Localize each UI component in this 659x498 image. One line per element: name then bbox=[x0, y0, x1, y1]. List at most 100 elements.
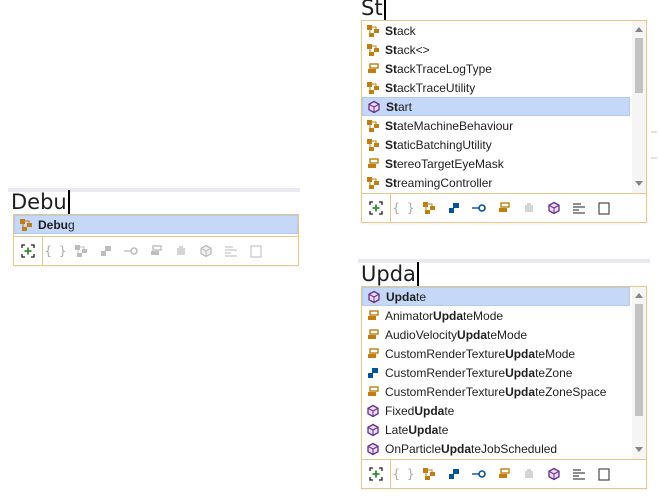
completion-item-label: AudioVelocityUpdateMode bbox=[385, 327, 528, 342]
method-filter-icon[interactable] bbox=[541, 197, 566, 219]
completion-item-label: StackTraceLogType bbox=[385, 61, 492, 76]
scroll-down-arrow[interactable] bbox=[635, 181, 643, 186]
namespace-filter-icon[interactable]: { } bbox=[391, 197, 416, 219]
enum-filter-icon[interactable] bbox=[491, 197, 516, 219]
editor-typed-text[interactable]: St bbox=[361, 0, 386, 23]
completion-popup-update: Update AnimatorUpdateMode AudioVelocityUpd… bbox=[361, 286, 647, 489]
class-icon bbox=[366, 81, 380, 95]
completion-item-label: StateMachineBehaviour bbox=[385, 118, 514, 133]
completion-item[interactable]: Debug bbox=[14, 215, 298, 234]
typed-text-value: St bbox=[361, 0, 383, 23]
vertical-scrollbar[interactable] bbox=[632, 21, 646, 193]
completion-item[interactable]: StereoTargetEyeMask bbox=[362, 154, 630, 173]
completion-item[interactable]: StackTraceUtility bbox=[362, 78, 630, 97]
class-filter-icon[interactable] bbox=[68, 240, 93, 262]
completion-item[interactable]: Stack<> bbox=[362, 40, 630, 59]
enum-icon bbox=[366, 309, 380, 323]
delegate-filter-icon[interactable] bbox=[516, 197, 541, 219]
interface-filter-icon[interactable] bbox=[466, 197, 491, 219]
completion-item[interactable]: StateMachineBehaviour bbox=[362, 116, 630, 135]
snippet-filter-icon[interactable] bbox=[591, 197, 616, 219]
expand-suggestions-icon[interactable] bbox=[362, 460, 391, 488]
text-caret bbox=[416, 262, 419, 286]
method-filter-icon[interactable] bbox=[193, 240, 218, 262]
completion-item[interactable]: CustomRenderTextureUpdateZone bbox=[362, 363, 630, 382]
struct-filter-icon[interactable] bbox=[441, 463, 466, 485]
completion-item[interactable]: StackTraceLogType bbox=[362, 59, 630, 78]
class-filter-icon[interactable] bbox=[416, 463, 441, 485]
completion-item[interactable]: Update bbox=[362, 287, 630, 306]
editor-typed-text[interactable]: Upda bbox=[361, 262, 419, 289]
completion-item[interactable]: StaticBatchingUtility bbox=[362, 135, 630, 154]
namespace-filter-icon[interactable]: { } bbox=[43, 240, 68, 262]
completion-filter-toolbar: { } bbox=[362, 459, 646, 488]
delegate-filter-icon[interactable] bbox=[168, 240, 193, 262]
completion-filter-toolbar: { } bbox=[14, 236, 298, 265]
enum-icon bbox=[366, 62, 380, 76]
scroll-thumb[interactable] bbox=[635, 38, 643, 93]
keyword-filter-icon[interactable] bbox=[566, 463, 591, 485]
method-icon bbox=[366, 404, 380, 418]
completion-item-label: CustomRenderTextureUpdateZoneSpace bbox=[385, 384, 607, 399]
namespace-filter-icon[interactable]: { } bbox=[391, 463, 416, 485]
struct-filter-icon[interactable] bbox=[441, 197, 466, 219]
completion-item-label: Debug bbox=[38, 217, 75, 232]
completion-item-label: Stack bbox=[385, 23, 416, 38]
completion-item[interactable]: AnimatorUpdateMode bbox=[362, 306, 630, 325]
interface-filter-icon[interactable] bbox=[118, 240, 143, 262]
editor-margin-mark bbox=[651, 157, 657, 159]
completion-item-label: Stack<> bbox=[385, 42, 430, 57]
completion-item-label: LateUpdate bbox=[385, 422, 449, 437]
enum-filter-icon[interactable] bbox=[143, 240, 168, 262]
enum-icon bbox=[366, 328, 380, 342]
enum-icon bbox=[366, 347, 380, 361]
interface-filter-icon[interactable] bbox=[466, 463, 491, 485]
completion-item-label: CustomRenderTextureUpdateZone bbox=[385, 365, 573, 380]
keyword-filter-icon[interactable] bbox=[566, 197, 591, 219]
editor-typed-text[interactable]: Debu bbox=[11, 190, 70, 217]
keyword-filter-icon[interactable] bbox=[218, 240, 243, 262]
method-icon bbox=[366, 423, 380, 437]
scroll-thumb[interactable] bbox=[635, 304, 643, 416]
completion-item[interactable]: CustomRenderTextureUpdateMode bbox=[362, 344, 630, 363]
method-filter-icon[interactable] bbox=[541, 463, 566, 485]
completion-item-label: Start bbox=[386, 99, 413, 114]
text-caret bbox=[383, 0, 386, 20]
completion-item[interactable]: CustomRenderTextureUpdateZoneSpace bbox=[362, 382, 630, 401]
snippet-filter-icon[interactable] bbox=[243, 240, 268, 262]
expand-suggestions-icon[interactable] bbox=[14, 237, 43, 265]
completion-item-label: AnimatorUpdateMode bbox=[385, 308, 504, 323]
struct-filter-icon[interactable] bbox=[93, 240, 118, 262]
typed-text-value: Debu bbox=[11, 190, 67, 217]
enum-icon bbox=[366, 385, 380, 399]
editor-margin-mark bbox=[651, 131, 657, 133]
completion-item[interactable]: FixedUpdate bbox=[362, 401, 630, 420]
completion-item[interactable]: Start bbox=[362, 97, 630, 116]
completion-popup-debug: Debug { } bbox=[13, 214, 299, 266]
enum-filter-icon[interactable] bbox=[491, 463, 516, 485]
completion-item-label: OnParticleUpdateJobScheduled bbox=[385, 441, 558, 456]
class-icon bbox=[366, 24, 380, 38]
completion-item-label: StaticBatchingUtility bbox=[385, 137, 492, 152]
completion-list: Stack Stack<> StackTraceLogType StackTraceU… bbox=[362, 21, 630, 193]
class-filter-icon[interactable] bbox=[416, 197, 441, 219]
delegate-filter-icon[interactable] bbox=[516, 463, 541, 485]
snippet-filter-icon[interactable] bbox=[591, 463, 616, 485]
scroll-up-arrow[interactable] bbox=[635, 27, 643, 32]
method-icon bbox=[367, 290, 381, 304]
scroll-down-arrow[interactable] bbox=[635, 447, 643, 452]
completion-item[interactable]: LateUpdate bbox=[362, 420, 630, 439]
vertical-scrollbar[interactable] bbox=[632, 287, 646, 459]
scroll-up-arrow[interactable] bbox=[635, 293, 643, 298]
completion-item-label: CustomRenderTextureUpdateMode bbox=[385, 346, 576, 361]
completion-item[interactable]: OnParticleUpdateJobScheduled bbox=[362, 439, 630, 458]
completion-item[interactable]: AudioVelocityUpdateMode bbox=[362, 325, 630, 344]
completion-item[interactable]: Stack bbox=[362, 21, 630, 40]
completion-item-label: StackTraceUtility bbox=[385, 80, 476, 95]
completion-item-label: FixedUpdate bbox=[385, 403, 455, 418]
class-icon bbox=[366, 119, 380, 133]
expand-suggestions-icon[interactable] bbox=[362, 194, 391, 222]
completion-popup-start: Stack Stack<> StackTraceLogType StackTraceU… bbox=[361, 20, 647, 223]
method-icon bbox=[367, 100, 381, 114]
completion-item[interactable]: StreamingController bbox=[362, 173, 630, 192]
